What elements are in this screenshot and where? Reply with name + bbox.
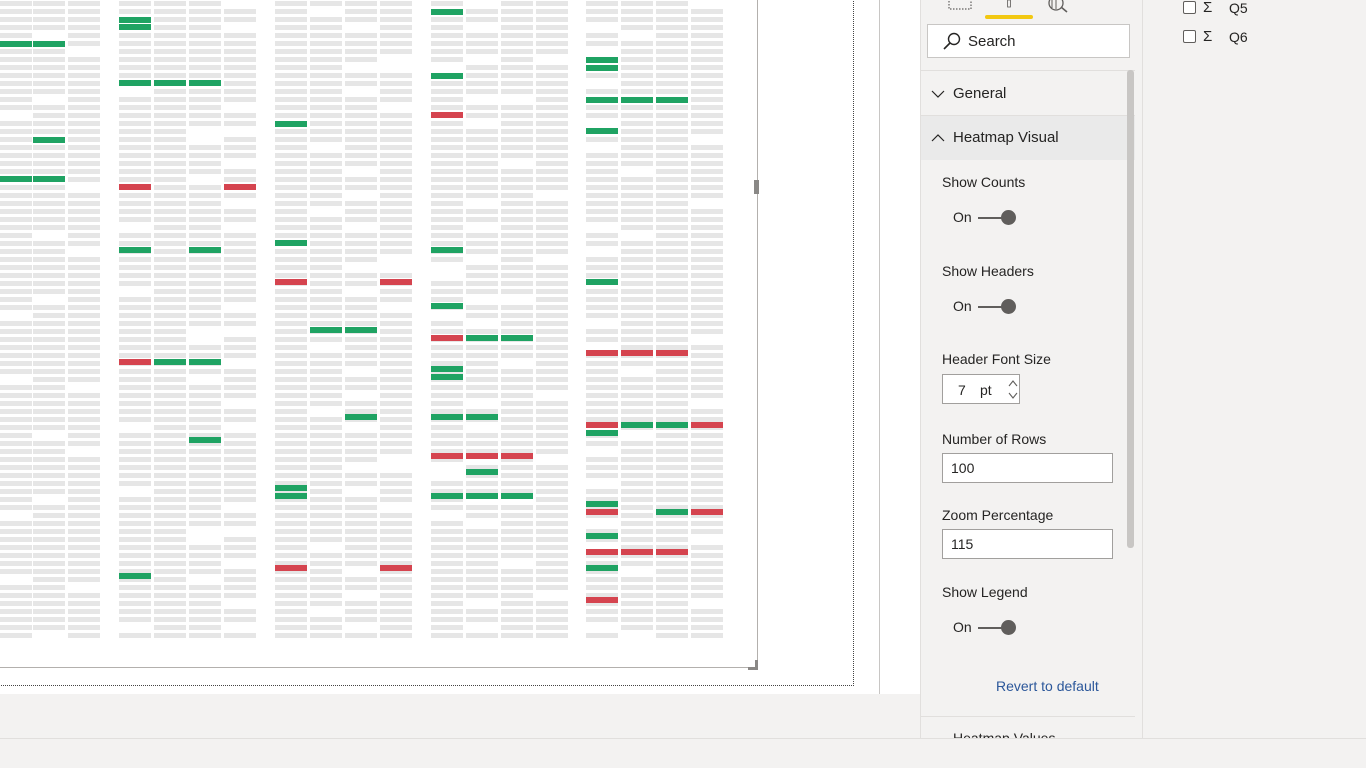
show-headers-value: On [953,298,972,314]
report-canvas[interactable] [0,0,880,694]
section-heatmap-label: Heatmap Visual [953,129,1059,146]
header-font-size-value: 7 [958,382,966,398]
sigma-icon: Σ [1203,28,1213,45]
analytics-magnifier-icon[interactable] [1045,0,1071,14]
section-general-header[interactable]: General [921,72,1135,116]
show-headers-label: Show Headers [942,263,1034,279]
sigma-icon: Σ [1203,0,1213,16]
chevron-down-icon [931,90,945,98]
show-counts-value: On [953,209,972,225]
show-counts-toggle[interactable]: On [953,207,1023,229]
format-paint-roller-icon[interactable] [996,0,1022,14]
page-tabs-bar [0,694,920,738]
revert-to-default-link[interactable]: Revert to default [996,678,1099,694]
canvas-divider [879,0,880,694]
show-headers-toggle[interactable]: On [953,296,1023,318]
chevron-up-icon [931,134,945,142]
header-font-size-unit: pt [980,382,992,398]
status-bar [0,738,1366,768]
section-values-label-partial[interactable]: Heatmap Values [953,731,1055,738]
number-of-rows-label: Number of Rows [942,431,1047,447]
stepper-arrows-icon[interactable] [1006,376,1020,402]
toggle-knob [1001,299,1016,314]
number-of-rows-input[interactable] [942,453,1113,483]
visual-selection-frame [0,0,854,686]
show-legend-toggle[interactable]: On [953,617,1023,639]
section-heatmap-header[interactable]: Heatmap Visual [921,116,1135,160]
resize-handle-corner[interactable] [748,660,758,670]
show-counts-label: Show Counts [942,174,1026,190]
section-general-label: General [953,85,1007,102]
header-font-size-label: Header Font Size [942,351,1051,367]
header-font-size-stepper[interactable]: 7 pt [942,374,1020,404]
divider [921,70,1135,71]
zoom-percentage-label: Zoom Percentage [942,507,1054,523]
field-name: Q5 [1229,0,1248,16]
toggle-knob [1001,620,1016,635]
toggle-knob [1001,210,1016,225]
fields-pane: Σ Q5 Σ Q6 [1142,0,1366,738]
search-icon [943,32,961,50]
format-search-box[interactable] [927,24,1130,58]
resize-handle-right[interactable] [754,180,759,194]
field-checkbox[interactable] [1183,30,1196,43]
format-search-input[interactable] [968,31,1118,51]
zoom-percentage-input[interactable] [942,529,1113,559]
field-checkbox[interactable] [1183,1,1196,14]
format-pane: General Heatmap Visual Show Counts On Sh… [920,0,1142,738]
active-tab-underline [985,15,1033,19]
fields-tab-icon[interactable] [947,0,973,14]
format-pane-scrollbar[interactable] [1127,70,1134,548]
show-legend-value: On [953,619,972,635]
field-name: Q6 [1229,29,1248,45]
show-legend-label: Show Legend [942,584,1028,600]
divider [921,716,1135,717]
